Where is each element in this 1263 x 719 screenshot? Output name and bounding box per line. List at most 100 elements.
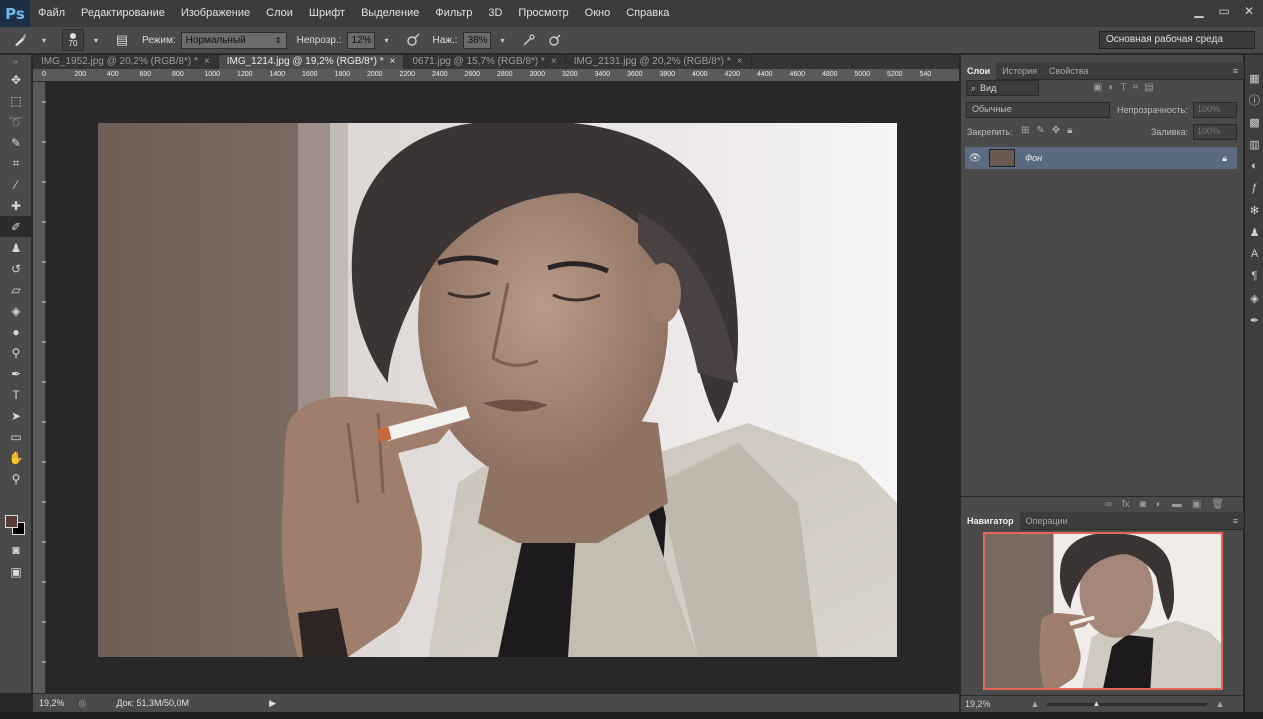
menu-edit[interactable]: Редактирование (73, 0, 173, 27)
menu-select[interactable]: Выделение (353, 0, 427, 27)
shape-tool-icon[interactable]: ▭ (0, 426, 32, 447)
chevron-down-icon[interactable]: ▾ (34, 31, 54, 49)
lock-icons[interactable]: ⊞✎✥🔒︎ (1021, 125, 1079, 136)
clone-source-icon[interactable]: ♟ (1245, 221, 1263, 243)
pressure-size-icon[interactable] (545, 31, 565, 49)
menu-file[interactable]: Файл (30, 0, 73, 27)
brush-preset-picker[interactable]: 70 (62, 29, 84, 51)
delete-layer-icon[interactable]: 🗑︎ (1211, 499, 1224, 510)
styles-icon[interactable]: ƒ (1245, 177, 1263, 199)
zoom-slider-handle[interactable]: ▲ (1092, 699, 1100, 708)
menu-image[interactable]: Изображение (173, 0, 258, 27)
type-tool-icon[interactable]: T (0, 384, 32, 405)
panel-menu-icon[interactable]: ≡ (1233, 66, 1238, 76)
info-icon[interactable]: ⓘ (1245, 89, 1263, 111)
horizontal-ruler[interactable]: 0 200 400 600 800 1000 1200 1400 1600 1800 2000 220… (33, 69, 959, 82)
adjustment-layer-icon[interactable]: ◐ (1156, 499, 1162, 510)
tab-0671[interactable]: 0671.jpg @ 15,7% (RGB/8*) * × (404, 55, 566, 69)
fill-input[interactable]: 100% (1193, 124, 1237, 140)
workspace-select[interactable]: Основная рабочая среда (1099, 31, 1255, 49)
close-tab-icon[interactable]: × (390, 56, 396, 67)
screen-mode-icon[interactable]: ▣ (0, 561, 32, 582)
status-menu-arrow-icon[interactable]: ▶ (269, 698, 276, 709)
visibility-eye-icon[interactable]: 👁︎ (965, 153, 985, 164)
vertical-ruler[interactable] (33, 82, 46, 693)
new-layer-icon[interactable]: ▣ (1192, 499, 1201, 510)
link-layers-icon[interactable]: ∞ (1105, 499, 1112, 510)
airbrush-icon[interactable] (519, 31, 539, 49)
document-image[interactable] (98, 123, 897, 657)
paths-icon[interactable]: ✒ (1245, 309, 1263, 331)
channels-icon[interactable]: ◈ (1245, 287, 1263, 309)
close-tab-icon[interactable]: × (204, 56, 210, 67)
character-icon[interactable]: A (1245, 243, 1263, 265)
history-brush-tool-icon[interactable]: ↺ (0, 258, 32, 279)
clone-stamp-tool-icon[interactable]: ♟ (0, 237, 32, 258)
close-tab-icon[interactable]: × (737, 56, 743, 67)
foreground-color-swatch[interactable] (5, 515, 18, 528)
layer-filter-icons[interactable]: ▣◐T⌗▤ (1093, 82, 1160, 93)
layer-row-background[interactable]: 👁︎ Фон 🔒︎ (965, 147, 1237, 169)
maximize-icon[interactable]: ▭ (1213, 0, 1235, 22)
zoom-out-icon[interactable]: ▲ (1031, 699, 1040, 709)
zoom-level[interactable]: 19,2% (39, 698, 65, 708)
menu-view[interactable]: Просмотр (510, 0, 576, 27)
chevron-down-icon[interactable]: ▾ (86, 31, 106, 49)
pen-tool-icon[interactable]: ✒ (0, 363, 32, 384)
marquee-tool-icon[interactable]: ⬚ (0, 90, 32, 111)
swatches-icon[interactable]: ▥ (1245, 133, 1263, 155)
layer-style-icon[interactable]: fx (1122, 499, 1130, 510)
move-tool-icon[interactable]: ✥ (0, 69, 32, 90)
pressure-opacity-icon[interactable] (403, 31, 423, 49)
eyedropper-tool-icon[interactable]: ⁄ (0, 174, 32, 195)
tab-navigator[interactable]: Навигатор (961, 511, 1020, 530)
tab-img-1952[interactable]: IMG_1952.jpg @ 20,2% (RGB/8*) * × (33, 55, 219, 69)
adjustments-icon[interactable]: ◐ (1245, 155, 1263, 177)
hand-tool-icon[interactable]: ✋ (0, 447, 32, 468)
panel-menu-icon[interactable]: ≡ (1233, 516, 1238, 526)
blend-mode-select[interactable]: Обычные (966, 102, 1110, 118)
layer-filter-select[interactable]: ⌕ Вид (966, 80, 1039, 96)
quick-mask-icon[interactable]: ◙ (0, 539, 32, 560)
menu-window[interactable]: Окно (577, 0, 619, 27)
color-icon[interactable]: ▩ (1245, 111, 1263, 133)
zoom-tool-icon[interactable]: ⚲ (0, 468, 32, 489)
tab-layers[interactable]: Слои (961, 61, 997, 80)
lasso-tool-icon[interactable]: ➰ (0, 111, 32, 132)
opacity-input[interactable]: 12% (346, 31, 375, 49)
pressure-slider-toggle[interactable]: ▾ (493, 31, 513, 49)
brush-presets-icon[interactable]: ✻ (1245, 199, 1263, 221)
menu-help[interactable]: Справка (618, 0, 677, 27)
brush-tool-icon[interactable] (10, 31, 30, 49)
layer-opacity-input[interactable]: 100% (1193, 102, 1237, 118)
blur-tool-icon[interactable]: ● (0, 321, 32, 342)
zoom-slider[interactable]: ▲ (1047, 699, 1208, 708)
tab-img-1214[interactable]: IMG_1214.jpg @ 19,2% (RGB/8*) * × (218, 55, 405, 69)
close-tab-icon[interactable]: × (551, 56, 557, 67)
healing-brush-tool-icon[interactable]: ✚ (0, 195, 32, 216)
mode-select[interactable]: Нормальный ⇕ (180, 31, 287, 49)
new-group-icon[interactable]: ▬ (1172, 499, 1182, 510)
status-info-icon[interactable]: ◎ (79, 698, 87, 709)
menu-3d[interactable]: 3D (480, 0, 510, 27)
tab-actions[interactable]: Операции (1020, 512, 1074, 530)
menu-type[interactable]: Шрифт (301, 0, 353, 27)
eraser-tool-icon[interactable]: ▱ (0, 279, 32, 300)
navigator-zoom-value[interactable]: 19,2% (965, 699, 991, 709)
tab-properties[interactable]: Свойства (1043, 62, 1095, 80)
crop-tool-icon[interactable]: ⌗ (0, 153, 32, 174)
paint-bucket-tool-icon[interactable]: ◈ (0, 300, 32, 321)
menu-layer[interactable]: Слои (258, 0, 301, 27)
dodge-tool-icon[interactable]: ⚲ (0, 342, 32, 363)
tab-img-2131[interactable]: IMG_2131.jpg @ 20,2% (RGB/8*) * × (566, 55, 752, 69)
navigator-preview[interactable] (983, 532, 1223, 690)
path-selection-tool-icon[interactable]: ➤ (0, 405, 32, 426)
add-mask-icon[interactable]: ◙ (1140, 499, 1146, 510)
pressure-input[interactable]: 38% (462, 31, 491, 49)
zoom-in-icon[interactable]: ▲ (1215, 699, 1224, 709)
document-canvas[interactable] (47, 83, 948, 693)
collapse-icon[interactable]: » (0, 55, 31, 69)
opacity-slider-toggle[interactable]: ▾ (377, 31, 397, 49)
close-icon[interactable]: ✕ (1238, 0, 1260, 22)
brush-tool-icon[interactable]: ✐ (0, 216, 32, 237)
